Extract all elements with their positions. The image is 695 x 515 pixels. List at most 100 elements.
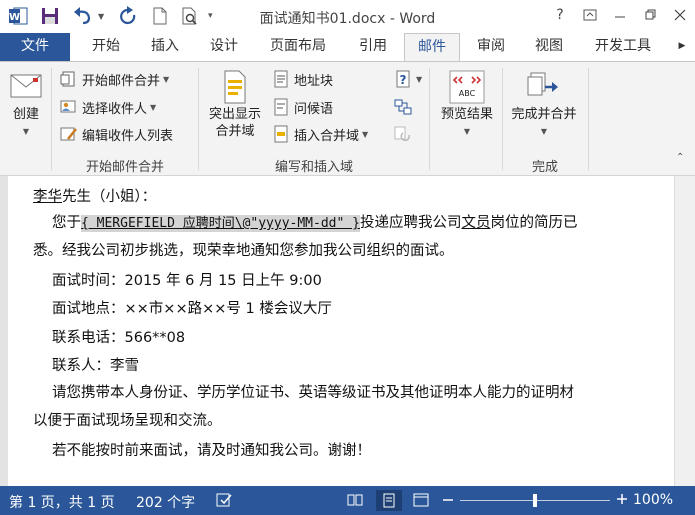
doc-line-2: 您于{ MERGEFIELD 应聘时间\@"yyyy-MM-dd" }投递应聘我… <box>52 211 577 232</box>
tab-home[interactable]: 开始 <box>78 33 134 61</box>
select-recipients-dropdown-icon: ▼ <box>150 102 157 112</box>
zoom-level[interactable]: 100% <box>633 492 673 508</box>
preview-results-button[interactable]: 预览结果 ▼ <box>432 68 502 140</box>
tab-references[interactable]: 引用 <box>345 33 401 61</box>
preview-results-label: 预览结果 <box>440 107 493 122</box>
tab-view[interactable]: 视图 <box>521 33 577 61</box>
zoom-slider-thumb[interactable] <box>533 494 537 507</box>
group-label-write-insert-fields: 编写和插入域 <box>274 160 353 175</box>
svg-text:?: ? <box>400 73 407 87</box>
rules-icon: ? <box>394 70 412 88</box>
document-merge-icon <box>60 70 78 88</box>
highlight-merge-fields-label-2: 合并域 <box>215 124 255 139</box>
read-mode-icon[interactable] <box>347 493 363 511</box>
insert-merge-field-button[interactable]: 插入合并域 ▼ <box>272 123 368 145</box>
greeting-line-icon <box>272 98 290 116</box>
collapse-ribbon-icon[interactable]: ⌃ <box>676 152 684 163</box>
group-separator <box>429 68 430 170</box>
create-button[interactable]: 创建 ▼ <box>4 66 48 140</box>
insert-merge-field-dropdown-icon: ▼ <box>362 129 369 139</box>
create-dropdown-icon: ▼ <box>22 127 30 136</box>
job-title-field: 文员 <box>461 215 491 231</box>
restore-icon[interactable] <box>635 0 665 30</box>
update-labels-button <box>394 123 416 145</box>
doc-line-salutation: 李华先生（小姐）： <box>33 185 156 206</box>
tab-page-layout[interactable]: 页面布局 <box>257 33 339 61</box>
preview-abc-text: ABC <box>458 89 476 98</box>
start-mail-merge-button[interactable]: 开始邮件合并 ▼ <box>60 68 169 90</box>
line2-middle: 投递应聘我公司 <box>359 215 462 231</box>
minimize-icon[interactable] <box>605 0 635 30</box>
page-count[interactable]: 第 1 页，共 1 页 <box>9 492 115 512</box>
document-page[interactable]: 李华先生（小姐）： 您于{ MERGEFIELD 应聘时间\@"yyyy-MM-… <box>8 176 674 486</box>
doc-line-phone: 联系电话：566**08 <box>52 330 186 346</box>
address-block-label: 地址块 <box>294 73 334 89</box>
group-separator <box>588 68 589 170</box>
envelope-icon <box>4 66 48 106</box>
proofing-icon[interactable] <box>216 492 234 512</box>
status-bar: 第 1 页，共 1 页 202 个字 100% <box>0 486 695 515</box>
group-separator <box>198 68 199 170</box>
tab-mailings[interactable]: 邮件 <box>404 33 460 62</box>
print-layout-icon[interactable] <box>376 490 402 511</box>
finish-and-merge-label: 完成并合并 <box>511 107 577 122</box>
greeting-line-button[interactable]: 问候语 <box>272 96 333 118</box>
help-button[interactable]: ? <box>545 0 575 30</box>
vertical-scrollbar[interactable] <box>674 176 695 486</box>
select-recipients-label: 选择收件人 <box>82 101 148 117</box>
doc-line-3: 悉。经我公司初步挑选，现荣幸地通知您参加我公司组织的面试。 <box>33 243 454 259</box>
tab-design[interactable]: 设计 <box>196 33 252 61</box>
group-separator <box>51 68 52 170</box>
insert-merge-field-label: 插入合并域 <box>294 128 360 144</box>
finish-and-merge-dropdown-icon: ▼ <box>540 127 548 136</box>
address-block-button[interactable]: 地址块 <box>272 68 333 90</box>
tab-file[interactable]: 文件 <box>0 33 70 61</box>
edit-recipient-list-button[interactable]: 编辑收件人列表 <box>60 123 173 145</box>
doc-line-interview-place: 面试地点：××市××路××号 1 楼会议大厅 <box>52 301 332 317</box>
tab-developer[interactable]: 开发工具 <box>582 33 664 61</box>
line2-suffix: 岗位的简历已 <box>490 215 578 231</box>
zoom-out-icon[interactable] <box>442 491 454 511</box>
ribbon-tabs: 文件 开始 插入 设计 页面布局 引用 邮件 审阅 视图 开发工具 ▶ <box>0 33 695 62</box>
rules-button[interactable]: ? ▼ <box>394 68 422 90</box>
doc-line-10: 若不能按时前来面试，请及时通知我公司。谢谢！ <box>52 443 371 459</box>
highlight-merge-fields-label-1: 突出显示 <box>208 107 261 122</box>
doc-line-8: 请您携带本人身份证、学历学位证书、英语等级证书及其他证明本人能力的证明材 <box>52 385 574 401</box>
update-labels-icon <box>394 125 412 143</box>
title-bar: W ▼ ▾ 面试通知书01.docx - Word ? <box>0 0 695 33</box>
tab-review[interactable]: 审阅 <box>463 33 519 61</box>
insert-merge-field-icon <box>272 125 290 143</box>
edit-recipient-list-label: 编辑收件人列表 <box>82 128 174 144</box>
tabs-scroll-right-icon[interactable]: ▶ <box>672 33 692 61</box>
close-icon[interactable] <box>665 0 695 30</box>
recipients-icon <box>60 98 78 116</box>
highlight-merge-fields-button[interactable]: 突出显示 合并域 <box>202 68 268 140</box>
window-controls: ? <box>545 0 695 30</box>
finish-merge-icon <box>505 68 583 106</box>
start-mail-merge-label: 开始邮件合并 <box>82 73 161 89</box>
highlight-fields-icon <box>202 68 268 106</box>
document-area: 李华先生（小姐）： 您于{ MERGEFIELD 应聘时间\@"yyyy-MM-… <box>0 176 695 486</box>
match-fields-button[interactable] <box>394 96 416 118</box>
mergefield-code[interactable]: { MERGEFIELD 应聘时间\@"yyyy-MM-dd" } <box>81 215 360 232</box>
create-label: 创建 <box>12 107 39 122</box>
select-recipients-button[interactable]: 选择收件人 ▼ <box>60 96 156 118</box>
start-mail-merge-dropdown-icon: ▼ <box>163 74 170 84</box>
finish-and-merge-button[interactable]: 完成并合并 ▼ <box>505 68 583 140</box>
edit-list-icon <box>60 125 78 143</box>
doc-line-interview-time: 面试时间：2015 年 6 月 15 日上午 9:00 <box>52 273 322 289</box>
preview-results-dropdown-icon: ▼ <box>463 127 471 136</box>
rules-dropdown-icon: ▼ <box>416 74 423 84</box>
address-block-icon <box>272 70 290 88</box>
line2-prefix: 您于 <box>52 215 81 231</box>
recipient-name: 李华 <box>33 189 62 205</box>
tab-insert[interactable]: 插入 <box>137 33 193 61</box>
greeting-line-label: 问候语 <box>294 101 334 117</box>
ribbon-mailings: 创建 ▼ 开始邮件合并 ▼ 选择收件人 ▼ 编辑收件人列表 开始邮件合并 突出显… <box>0 61 695 176</box>
web-layout-icon[interactable] <box>413 493 429 511</box>
ribbon-display-options-icon[interactable] <box>575 0 605 30</box>
salutation-suffix: 先生（小姐）： <box>62 189 157 205</box>
group-label-start-mail-merge: 开始邮件合并 <box>85 160 164 175</box>
zoom-in-icon[interactable] <box>616 490 628 510</box>
word-count[interactable]: 202 个字 <box>136 492 195 512</box>
